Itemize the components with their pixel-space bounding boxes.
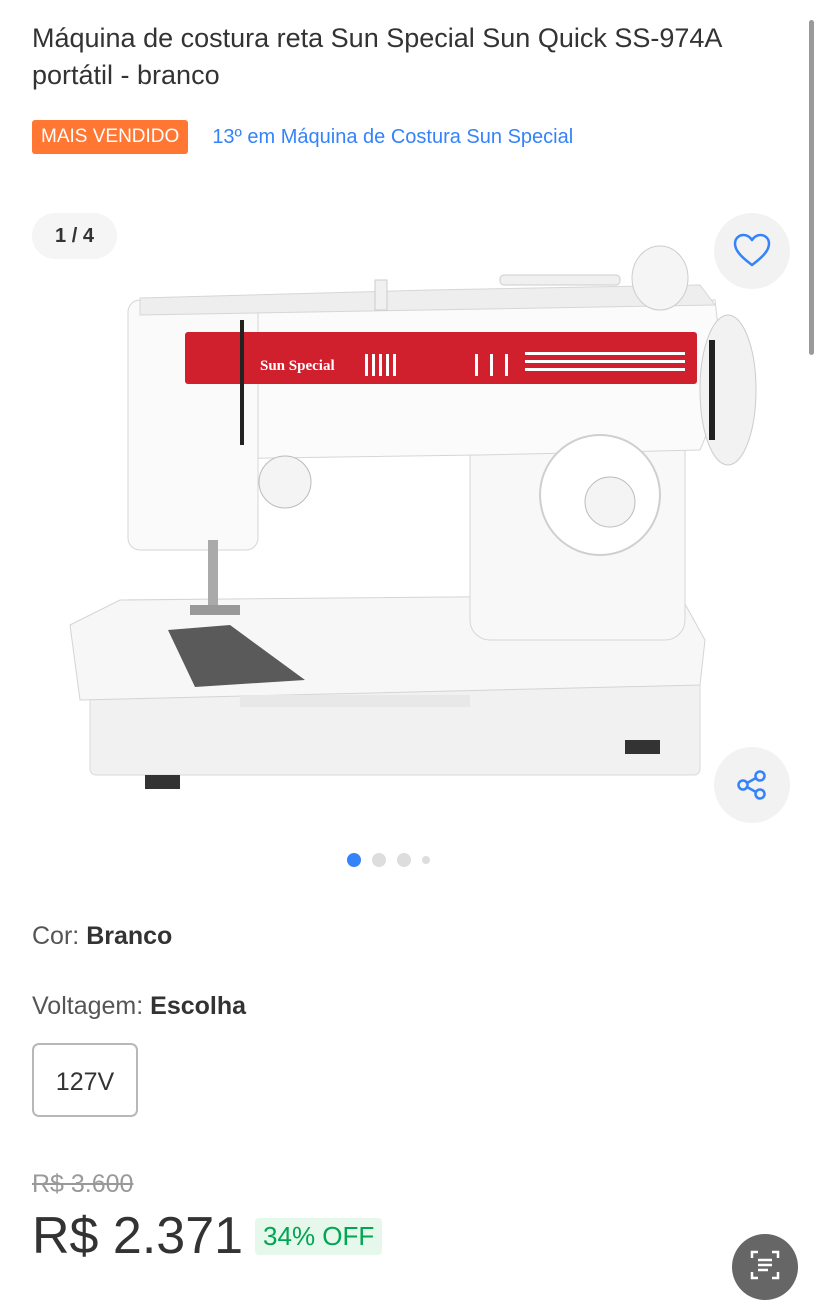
badge-row: MAIS VENDIDO 13º em Máquina de Costura S…: [32, 119, 573, 155]
pagination-dot[interactable]: [372, 853, 386, 867]
pagination-dot[interactable]: [347, 853, 361, 867]
voltage-value: Escolha: [150, 992, 247, 1020]
voltage-label: Voltagem:: [32, 992, 151, 1020]
color-label: Cor:: [32, 922, 87, 950]
price-row: R$ 2.371 34% OFF: [32, 1206, 383, 1266]
share-icon: [737, 770, 766, 800]
discount-badge: 34% OFF: [255, 1217, 383, 1255]
share-button[interactable]: [714, 747, 790, 823]
original-price: R$ 3.600: [32, 1170, 134, 1198]
color-attribute: Cor: Branco: [32, 922, 172, 951]
current-price: R$ 2.371: [32, 1207, 244, 1265]
voltage-attribute: Voltagem: Escolha: [32, 992, 246, 1021]
color-value: Branco: [86, 922, 173, 950]
floating-action-button[interactable]: [732, 1234, 798, 1300]
scrollbar[interactable]: [809, 20, 814, 355]
machine-brand-label: Sun Special: [260, 358, 335, 374]
document-scan-icon: [750, 1250, 780, 1280]
product-title: Máquina de costura reta Sun Special Sun …: [32, 23, 721, 90]
pagination-dot[interactable]: [422, 856, 430, 864]
ranking-link[interactable]: 13º em Máquina de Costura Sun Special: [212, 126, 573, 149]
product-image[interactable]: Sun Special: [60, 240, 760, 800]
voltage-option-127v[interactable]: 127V: [32, 1043, 138, 1117]
gallery-pagination[interactable]: [347, 853, 441, 867]
best-seller-badge: MAIS VENDIDO: [32, 120, 189, 154]
pagination-dot[interactable]: [397, 853, 411, 867]
